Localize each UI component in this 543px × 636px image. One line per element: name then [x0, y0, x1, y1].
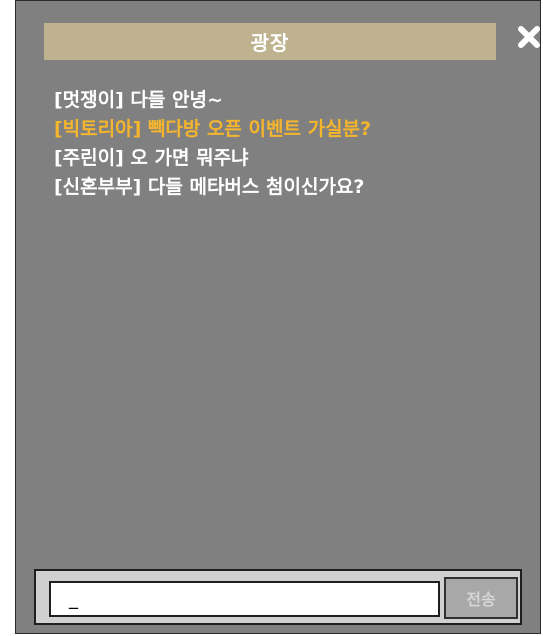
close-x-icon — [518, 26, 540, 48]
chat-title-bar: 광장 — [44, 23, 496, 60]
chat-panel: 광장 [멋쟁이] 다들 안녕~ [빅토리아] 빽다방 오픈 이벤트 가실분? [… — [15, 0, 541, 634]
message-list: [멋쟁이] 다들 안녕~ [빅토리아] 빽다방 오픈 이벤트 가실분? [주린이… — [54, 86, 524, 202]
message-composer: _ 전송 — [34, 569, 522, 625]
chat-input[interactable]: _ — [49, 581, 440, 617]
chat-message: [빅토리아] 빽다방 오픈 이벤트 가실분? — [54, 118, 372, 140]
chat-message: [멋쟁이] 다들 안녕~ — [54, 89, 223, 111]
chat-title: 광장 — [250, 31, 290, 55]
send-button[interactable]: 전송 — [444, 577, 518, 619]
chat-message: [주린이] 오 가면 뭐주냐 — [54, 147, 249, 169]
send-label: 전송 — [466, 590, 496, 609]
close-button[interactable] — [515, 23, 543, 51]
chat-message: [신혼부부] 다들 메타버스 첨이신가요? — [54, 176, 365, 198]
